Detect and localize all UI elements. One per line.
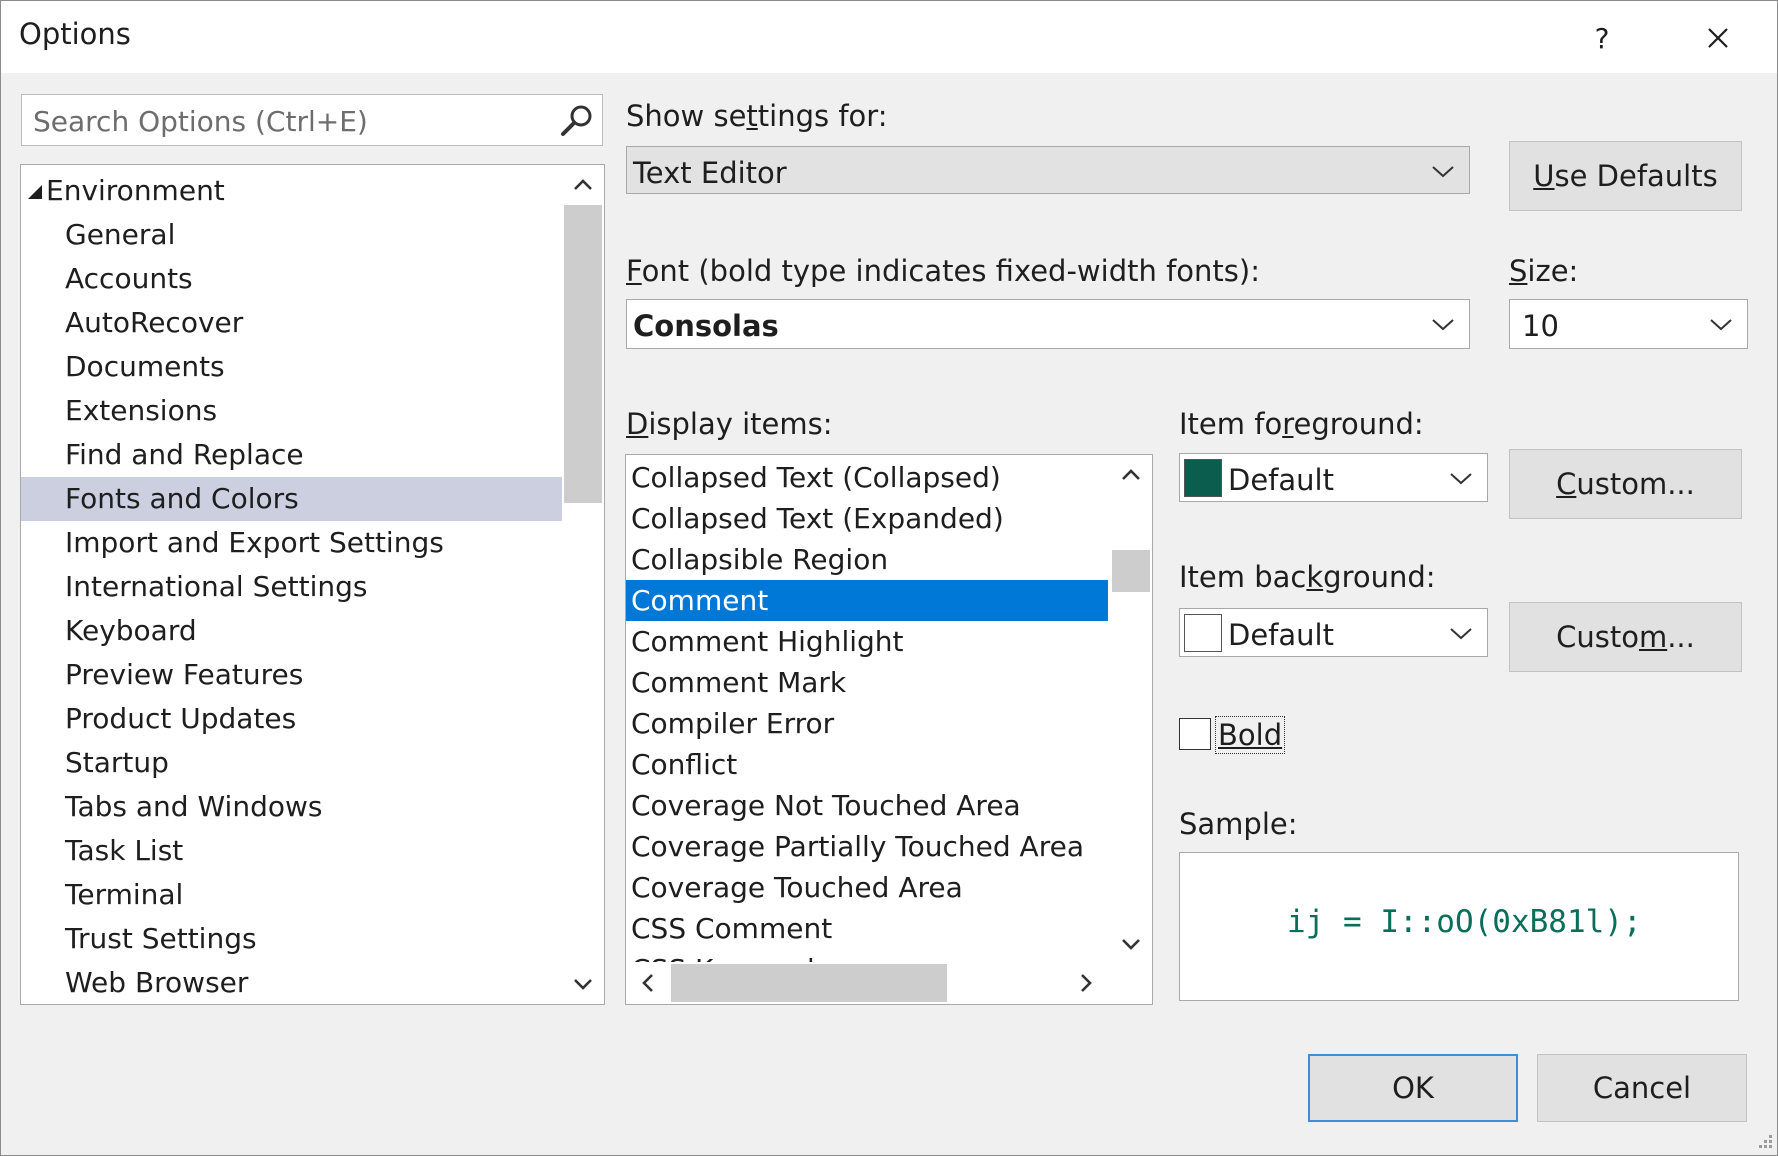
use-defaults-button[interactable]: Use Defaults — [1509, 141, 1742, 211]
font-dropdown[interactable]: Consolas — [626, 299, 1470, 349]
item-background-label: Item background: — [1179, 560, 1436, 594]
list-item[interactable]: Collapsed Text (Expanded) — [626, 498, 1108, 539]
tree-item[interactable]: Task List — [21, 829, 562, 873]
chevron-down-icon — [1450, 473, 1472, 485]
scroll-down-button[interactable] — [562, 964, 604, 1004]
window-title: Options — [19, 17, 131, 51]
list-item[interactable]: CSS Comment — [626, 908, 1108, 949]
close-icon — [1708, 28, 1728, 48]
chevron-down-icon — [574, 979, 592, 990]
chevron-down-icon — [1710, 319, 1732, 331]
chevron-left-icon — [642, 974, 653, 992]
chevron-down-icon — [1450, 628, 1472, 640]
tree-item[interactable]: Fonts and Colors — [21, 477, 562, 521]
show-settings-label: Show settings for: — [626, 99, 888, 133]
search-icon — [561, 105, 592, 136]
list-item[interactable]: Conflict — [626, 744, 1108, 785]
options-dialog: Options ? Search Options (Ctrl+E) Enviro… — [0, 0, 1778, 1156]
show-settings-dropdown[interactable]: Text Editor — [626, 146, 1470, 194]
item-foreground-label: Item foreground: — [1179, 407, 1424, 441]
list-scroll-up-button[interactable] — [1110, 455, 1152, 495]
list-item[interactable]: Compiler Error — [626, 703, 1108, 744]
options-tree[interactable]: Environment General Accounts AutoRecover Do… — [20, 164, 605, 1005]
foreground-color-swatch — [1184, 459, 1222, 497]
tree-item[interactable]: Trust Settings — [21, 917, 562, 961]
title-bar: Options ? — [1, 1, 1777, 73]
list-item[interactable]: Collapsible Region — [626, 539, 1108, 580]
tree-item[interactable]: Documents — [21, 345, 562, 389]
close-button[interactable] — [1685, 9, 1751, 67]
ok-button[interactable]: OK — [1308, 1054, 1518, 1122]
list-scroll-right-button[interactable] — [1064, 963, 1108, 1003]
cancel-button[interactable]: Cancel — [1537, 1054, 1747, 1122]
background-custom-button[interactable]: Custo m... — [1509, 602, 1742, 672]
item-background-dropdown[interactable]: Default — [1179, 608, 1488, 657]
tree-item[interactable]: Tabs and Windows — [21, 785, 562, 829]
sample-text: ij = I::oO(0xB81l); — [1287, 904, 1642, 940]
list-item[interactable]: Collapsed Text (Collapsed) — [626, 457, 1108, 498]
background-color-swatch — [1184, 614, 1222, 652]
chevron-up-icon — [1122, 469, 1140, 480]
list-vertical-scrollbar[interactable] — [1110, 455, 1152, 964]
resize-grip-icon[interactable] — [1755, 1133, 1773, 1151]
chevron-right-icon — [1081, 974, 1092, 992]
bold-checkbox-label[interactable]: Bold — [1215, 716, 1286, 754]
font-label: Font (bold type indicates fixed-width fo… — [626, 254, 1260, 288]
chevron-down-icon — [1122, 939, 1140, 950]
size-dropdown[interactable]: 10 — [1509, 299, 1748, 349]
chevron-down-icon — [1432, 166, 1454, 178]
bold-checkbox[interactable] — [1179, 718, 1211, 750]
tree-item[interactable]: Startup — [21, 741, 562, 785]
help-button[interactable]: ? — [1569, 9, 1635, 67]
list-horizontal-scrollbar[interactable] — [626, 962, 1108, 1004]
tree-item[interactable]: Web Browser — [21, 961, 562, 1004]
tree-item[interactable]: Import and Export Settings — [21, 521, 562, 565]
tree-item[interactable]: Find and Replace — [21, 433, 562, 477]
scroll-up-button[interactable] — [562, 165, 604, 205]
sample-label: Sample: — [1179, 807, 1298, 841]
tree-vertical-scrollbar[interactable] — [562, 165, 604, 1004]
tree-item[interactable]: General — [21, 213, 562, 257]
tree-item[interactable]: Extensions — [21, 389, 562, 433]
list-item[interactable]: Coverage Touched Area — [626, 867, 1108, 908]
chevron-up-icon — [574, 179, 592, 190]
tree-item[interactable]: Accounts — [21, 257, 562, 301]
display-items-list[interactable]: Collapsed Text (Collapsed) Collapsed Text… — [625, 454, 1153, 1005]
list-scroll-thumb[interactable] — [1112, 550, 1150, 592]
list-scroll-down-button[interactable] — [1110, 924, 1152, 964]
foreground-custom-button[interactable]: Custom... — [1509, 449, 1742, 519]
search-input[interactable]: Search Options (Ctrl+E) — [21, 94, 603, 146]
tree-item[interactable]: Preview Features — [21, 653, 562, 697]
sample-preview: ij = I::oO(0xB81l); — [1179, 852, 1739, 1001]
list-item[interactable]: Coverage Not Touched Area — [626, 785, 1108, 826]
list-item[interactable]: Comment Highlight — [626, 621, 1108, 662]
item-foreground-dropdown[interactable]: Default — [1179, 453, 1488, 502]
display-items-label: Display items: — [626, 407, 833, 441]
tree-item[interactable]: Keyboard — [21, 609, 562, 653]
tree-item[interactable]: AutoRecover — [21, 301, 562, 345]
list-item[interactable]: Comment Mark — [626, 662, 1108, 703]
size-label: Size: — [1509, 254, 1579, 288]
tree-scroll-thumb[interactable] — [564, 205, 602, 503]
search-placeholder: Search Options (Ctrl+E) — [33, 105, 368, 138]
tree-item[interactable]: International Settings — [21, 565, 562, 609]
chevron-down-icon — [1432, 319, 1454, 331]
tree-item[interactable]: Product Updates — [21, 697, 562, 741]
list-scroll-left-button[interactable] — [626, 963, 670, 1003]
tree-item-environment[interactable]: Environment — [21, 169, 562, 213]
list-horizontal-thumb[interactable] — [671, 964, 947, 1002]
list-item[interactable]: Coverage Partially Touched Area — [626, 826, 1108, 867]
expanded-triangle-icon[interactable] — [28, 185, 42, 199]
tree-item[interactable]: Terminal — [21, 873, 562, 917]
list-item[interactable]: Comment — [626, 580, 1108, 621]
scrollbar-corner — [1108, 962, 1152, 1004]
